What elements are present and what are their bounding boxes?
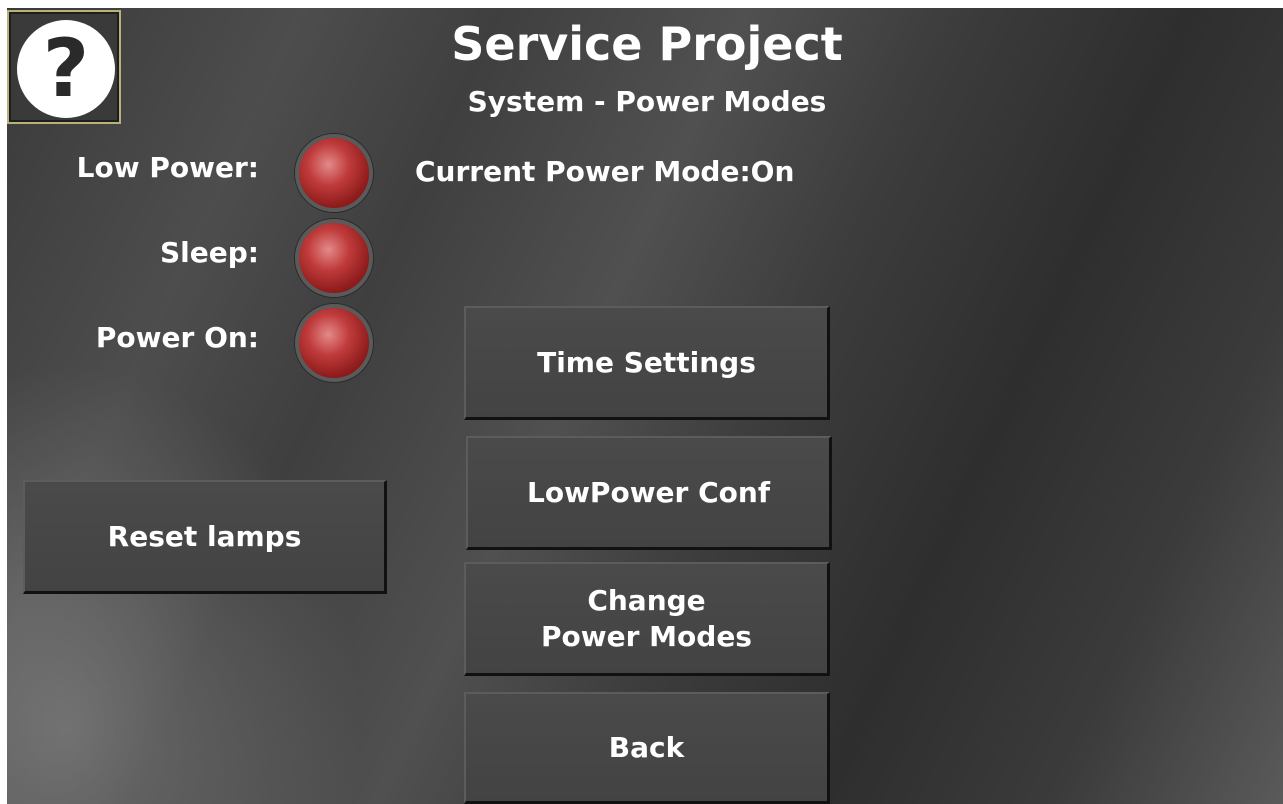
back-button[interactable]: Back [464,692,830,804]
change-power-modes-button[interactable]: Change Power Modes [464,562,830,676]
time-settings-button[interactable]: Time Settings [464,306,830,420]
low-power-lamp-icon [295,134,373,212]
power-on-lamp-icon [295,304,373,382]
current-power-mode: Current Power Mode:On [415,154,794,190]
sleep-lamp-icon [295,219,373,297]
page-title: Service Project [451,17,843,71]
sleep-label: Sleep: [160,236,259,269]
lowpower-conf-button[interactable]: LowPower Conf [466,436,832,550]
low-power-label: Low Power: [76,151,259,184]
hmi-screen: ? Service Project System - Power Modes L… [7,8,1283,804]
current-power-mode-value: On [750,155,795,188]
power-on-label: Power On: [95,321,259,354]
question-mark-icon: ? [17,20,115,118]
current-power-mode-label: Current Power Mode: [415,155,751,188]
page-subtitle: System - Power Modes [467,85,827,118]
help-button[interactable]: ? [7,10,121,124]
reset-lamps-button[interactable]: Reset lamps [23,480,387,594]
